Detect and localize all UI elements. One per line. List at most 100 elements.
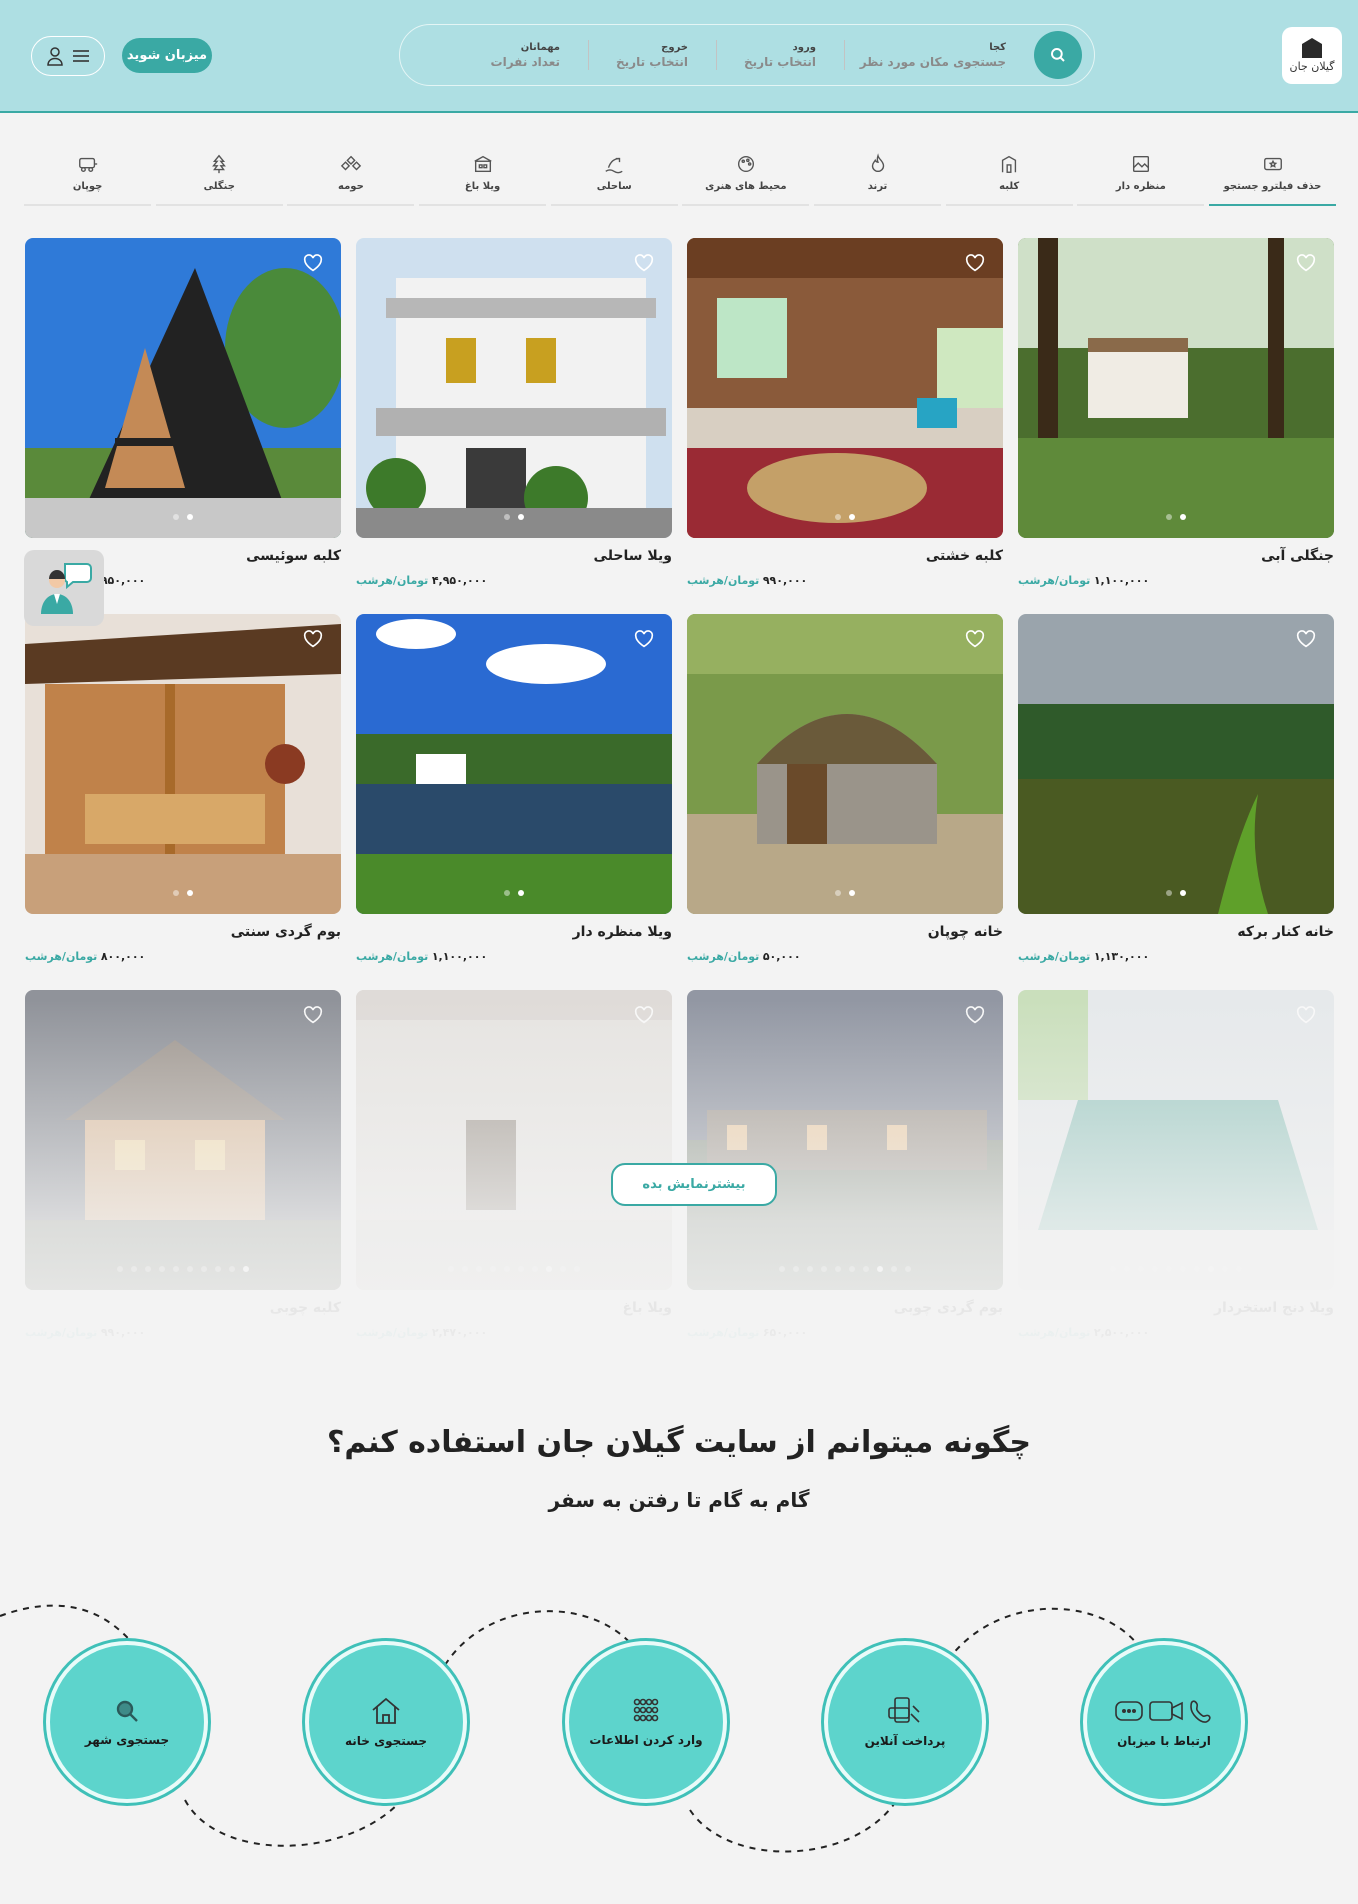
- carousel-dot[interactable]: [504, 1266, 510, 1272]
- carousel-dot[interactable]: [835, 890, 841, 896]
- carousel-dot[interactable]: [173, 890, 179, 896]
- become-host-button[interactable]: میزبان شوید: [122, 38, 212, 73]
- show-more-button[interactable]: بیشترنمایش بده: [611, 1163, 777, 1206]
- carousel-dot[interactable]: [131, 1266, 137, 1272]
- carousel-dot[interactable]: [145, 1266, 151, 1272]
- carousel-dot[interactable]: [1236, 1266, 1242, 1272]
- listing-title[interactable]: بوم گردی سنتی: [25, 924, 341, 940]
- carousel-dot[interactable]: [849, 1266, 855, 1272]
- listing-image[interactable]: [687, 990, 1003, 1290]
- heart-icon[interactable]: [1296, 1006, 1316, 1024]
- listing-card[interactable]: ویلا منظره دار ۱,۱۰۰,۰۰۰ تومان/هرشب: [356, 614, 672, 990]
- heart-icon[interactable]: [1296, 630, 1316, 648]
- carousel-dot[interactable]: [159, 1266, 165, 1272]
- carousel-dot[interactable]: [476, 1266, 482, 1272]
- carousel-dot[interactable]: [187, 1266, 193, 1272]
- category-flame[interactable]: ترند: [814, 140, 942, 206]
- carousel-dot[interactable]: [229, 1266, 235, 1272]
- category-beach[interactable]: ساحلی: [550, 140, 678, 206]
- carousel-dot[interactable]: [518, 890, 524, 896]
- heart-icon[interactable]: [634, 630, 654, 648]
- listing-card[interactable]: جنگلی آبی ۱,۱۰۰,۰۰۰ تومان/هرشب: [1018, 238, 1334, 614]
- category-forest[interactable]: جنگلی: [155, 140, 283, 206]
- carousel-dot[interactable]: [1166, 514, 1172, 520]
- heart-icon[interactable]: [634, 254, 654, 272]
- checkin-field[interactable]: ورود انتخاب تاریخ: [716, 40, 844, 70]
- heart-icon[interactable]: [303, 254, 323, 272]
- listing-title[interactable]: جنگلی آبی: [1018, 548, 1334, 564]
- carousel-dot[interactable]: [173, 514, 179, 520]
- category-ticket-star[interactable]: حذف فیلترو جستجو: [1209, 140, 1336, 206]
- carousel-dot[interactable]: [1110, 1266, 1116, 1272]
- listing-image[interactable]: [356, 238, 672, 538]
- listing-card[interactable]: خانه چوپان ۵۰,۰۰۰ تومان/هرشب: [687, 614, 1003, 990]
- carousel-dot[interactable]: [877, 1266, 883, 1272]
- carousel-dot[interactable]: [574, 1266, 580, 1272]
- carousel-dot[interactable]: [1152, 1266, 1158, 1272]
- carousel-dot[interactable]: [490, 1266, 496, 1272]
- listing-title[interactable]: کلبه خشتی: [687, 548, 1003, 564]
- listing-image[interactable]: [25, 990, 341, 1290]
- listing-title[interactable]: کلبه چوبی: [25, 1300, 341, 1316]
- carousel-dot[interactable]: [187, 890, 193, 896]
- listing-image[interactable]: [356, 990, 672, 1290]
- carousel-dot[interactable]: [807, 1266, 813, 1272]
- carousel-dot[interactable]: [835, 1266, 841, 1272]
- carousel-dot[interactable]: [891, 1266, 897, 1272]
- guests-field[interactable]: مهمانان تعداد نفرات: [460, 40, 588, 70]
- carousel-dot[interactable]: [779, 1266, 785, 1272]
- carousel-dot[interactable]: [835, 514, 841, 520]
- carousel-dot[interactable]: [546, 1266, 552, 1272]
- carousel-dot[interactable]: [1138, 1266, 1144, 1272]
- listing-card[interactable]: ویلا ساحلی ۴,۹۵۰,۰۰۰ تومان/هرشب: [356, 238, 672, 614]
- carousel-dot[interactable]: [117, 1266, 123, 1272]
- carousel-dot[interactable]: [560, 1266, 566, 1272]
- listing-image[interactable]: [25, 614, 341, 914]
- carousel-dot[interactable]: [243, 1266, 249, 1272]
- carousel-dot[interactable]: [863, 1266, 869, 1272]
- carousel-dot[interactable]: [1166, 890, 1172, 896]
- carousel-dot[interactable]: [1124, 1266, 1130, 1272]
- carousel-dot[interactable]: [905, 1266, 911, 1272]
- listing-title[interactable]: خانه کنار برکه: [1018, 924, 1334, 940]
- heart-icon[interactable]: [303, 630, 323, 648]
- listing-image[interactable]: [25, 238, 341, 538]
- carousel-dot[interactable]: [518, 1266, 524, 1272]
- category-cabin[interactable]: کلبه: [945, 140, 1073, 206]
- carousel-dot[interactable]: [821, 1266, 827, 1272]
- carousel-dot[interactable]: [1180, 514, 1186, 520]
- carousel-dot[interactable]: [1180, 890, 1186, 896]
- heart-icon[interactable]: [634, 1006, 654, 1024]
- carousel-dot[interactable]: [849, 514, 855, 520]
- listing-card[interactable]: خانه کنار برکه ۱,۱۳۰,۰۰۰ تومان/هرشب: [1018, 614, 1334, 990]
- carousel-dot[interactable]: [201, 1266, 207, 1272]
- carousel-dot[interactable]: [1166, 1266, 1172, 1272]
- carousel-dot[interactable]: [1222, 1266, 1228, 1272]
- carousel-dot[interactable]: [849, 890, 855, 896]
- heart-icon[interactable]: [965, 630, 985, 648]
- listing-image[interactable]: [1018, 990, 1334, 1290]
- listing-card[interactable]: کلبه خشتی ۹۹۰,۰۰۰ تومان/هرشب: [687, 238, 1003, 614]
- carousel-dot[interactable]: [504, 514, 510, 520]
- carousel-dot[interactable]: [518, 514, 524, 520]
- listing-image[interactable]: [1018, 238, 1334, 538]
- site-logo[interactable]: گیلان جان: [1282, 27, 1342, 84]
- listing-title[interactable]: بوم گردی چوبی: [687, 1300, 1003, 1316]
- carousel-dot[interactable]: [532, 1266, 538, 1272]
- carousel-dot[interactable]: [448, 1266, 454, 1272]
- checkout-field[interactable]: خروج انتخاب تاریخ: [588, 40, 716, 70]
- listing-image[interactable]: [687, 238, 1003, 538]
- carousel-dot[interactable]: [1194, 1266, 1200, 1272]
- heart-icon[interactable]: [303, 1006, 323, 1024]
- heart-icon[interactable]: [1296, 254, 1316, 272]
- listing-title[interactable]: ویلا ساحلی: [356, 548, 672, 564]
- category-caravan[interactable]: چوپان: [24, 140, 152, 206]
- support-chat-button[interactable]: [24, 550, 104, 626]
- carousel-dot[interactable]: [462, 1266, 468, 1272]
- heart-icon[interactable]: [965, 1006, 985, 1024]
- where-field[interactable]: کجا جستجوی مکان مورد نظر: [844, 40, 1034, 70]
- carousel-dot[interactable]: [1208, 1266, 1214, 1272]
- carousel-dot[interactable]: [793, 1266, 799, 1272]
- category-landscape[interactable]: منظره دار: [1077, 140, 1205, 206]
- listing-title[interactable]: ویلا دنج استخردار: [1018, 1300, 1334, 1316]
